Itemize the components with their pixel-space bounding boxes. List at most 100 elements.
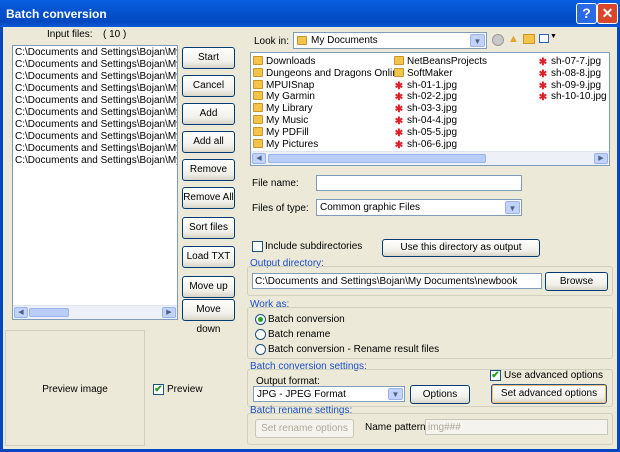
file-browser-item-label: My Library [266, 103, 313, 115]
preview-pane: Preview image [5, 330, 145, 446]
use-advanced-options-checkbox[interactable]: ✔ [490, 370, 501, 381]
use-directory-as-output-button[interactable]: Use this directory as output [382, 239, 540, 257]
file-browser-item[interactable]: Downloads [253, 56, 315, 68]
files-of-type-dropdown[interactable]: Common graphic Files ▼ [316, 199, 522, 216]
file-browser-list[interactable]: Downloads Dungeons and Dragons Online MPUI… [250, 52, 610, 166]
work-as-radio[interactable] [255, 329, 266, 340]
move-up-button[interactable]: Move up [182, 276, 235, 298]
look-in-dropdown[interactable]: My Documents ▼ [293, 32, 487, 49]
input-file-item[interactable]: C:\Documents and Settings\Bojan\My Do [13, 155, 177, 167]
options-button[interactable]: Options [410, 385, 470, 404]
file-browser-item[interactable]: SoftMaker [394, 67, 453, 80]
file-browser-item[interactable]: ✱ sh-07-7.jpg [538, 56, 601, 68]
file-browser-item[interactable]: ✱ sh-10-10.jpg [538, 91, 607, 103]
file-browser-item[interactable]: MPUISnap [253, 79, 314, 92]
input-list-hscrollbar[interactable]: ◀ ▶ [13, 305, 177, 319]
work-as-radio[interactable] [255, 314, 266, 325]
folder-icon [394, 56, 404, 65]
browse-button[interactable]: Browse [545, 272, 608, 291]
file-browser-item[interactable]: My Pictures [253, 138, 318, 151]
image-file-icon: ✱ [538, 92, 548, 104]
output-format-dropdown[interactable]: JPG - JPEG Format ▼ [253, 386, 405, 402]
file-browser-item[interactable]: Dungeons and Dragons Online [253, 67, 404, 80]
scroll-thumb[interactable] [29, 308, 69, 317]
add-all-button[interactable]: Add all [182, 131, 235, 153]
file-browser-item-label: Dungeons and Dragons Online [266, 67, 404, 79]
file-browser-item-label: NetBeansProjects [407, 56, 488, 67]
input-file-item[interactable]: C:\Documents and Settings\Bojan\My Do [13, 59, 177, 71]
file-browser-item[interactable]: ✱ sh-05-5.jpg [394, 127, 457, 139]
file-browser-item[interactable]: ✱ sh-09-9.jpg [538, 80, 601, 92]
input-files-label: Input files: [47, 29, 93, 40]
set-advanced-options-button[interactable]: Set advanced options [491, 384, 607, 404]
scroll-left-arrow-icon[interactable]: ◀ [14, 307, 28, 318]
image-file-icon: ✱ [394, 127, 404, 139]
back-icon[interactable] [492, 34, 504, 46]
chevron-down-icon[interactable]: ▼ [388, 388, 403, 400]
input-file-item[interactable]: C:\Documents and Settings\Bojan\My Do [13, 107, 177, 119]
include-subdirectories-checkbox[interactable] [252, 241, 263, 252]
file-browser-item[interactable]: ✱ sh-06-6.jpg [394, 139, 457, 151]
file-browser-item-label: sh-04-4.jpg [407, 115, 458, 126]
help-button[interactable]: ? [576, 3, 597, 24]
scroll-right-arrow-icon[interactable]: ▶ [162, 307, 176, 318]
sort-files-button[interactable]: Sort files [182, 217, 235, 239]
file-browser-item[interactable]: My Music [253, 115, 308, 127]
input-file-item[interactable]: C:\Documents and Settings\Bojan\My Do [13, 95, 177, 107]
image-file-icon: ✱ [394, 104, 404, 116]
preview-checkbox[interactable]: ✔ [153, 384, 164, 395]
input-file-item[interactable]: C:\Documents and Settings\Bojan\My Do [13, 131, 177, 143]
chevron-down-icon[interactable]: ▼ [505, 201, 520, 214]
file-browser-item[interactable]: My Garmin [253, 91, 315, 103]
include-subdirectories-label: Include subdirectories [265, 241, 363, 252]
file-browser-hscrollbar[interactable]: ◀ ▶ [251, 151, 609, 165]
file-browser-item-label: sh-07-7.jpg [551, 56, 602, 67]
scroll-right-arrow-icon[interactable]: ▶ [594, 153, 608, 164]
file-browser-item-label: My Music [266, 115, 309, 126]
input-file-item[interactable]: C:\Documents and Settings\Bojan\My Do [13, 83, 177, 95]
folder-icon [253, 138, 263, 148]
scroll-left-arrow-icon[interactable]: ◀ [252, 153, 266, 164]
input-file-item[interactable]: C:\Documents and Settings\Bojan\My Do [13, 143, 177, 155]
image-file-icon: ✱ [394, 80, 404, 92]
add-button[interactable]: Add [182, 103, 235, 125]
close-button[interactable]: ✕ [597, 3, 618, 24]
output-directory-input[interactable] [252, 273, 542, 289]
load-txt-button[interactable]: Load TXT [182, 246, 235, 268]
output-format-value: JPG - JPEG Format [257, 389, 346, 400]
file-browser-item[interactable]: ✱ sh-04-4.jpg [394, 115, 457, 127]
preview-checkbox-label: Preview [167, 384, 203, 395]
window-title: Batch conversion [6, 7, 107, 21]
remove-all-button[interactable]: Remove All [182, 187, 235, 209]
up-folder-icon[interactable]: ▲ [508, 33, 520, 45]
folder-icon [253, 56, 263, 65]
view-menu-icon[interactable]: ▼ [539, 33, 557, 45]
file-browser-item[interactable]: ✱ sh-01-1.jpg [394, 80, 457, 92]
work-as-radio[interactable] [255, 344, 266, 355]
file-browser-item[interactable]: NetBeansProjects [394, 56, 487, 68]
chevron-down-icon[interactable]: ▼ [470, 34, 485, 47]
file-name-input[interactable] [316, 175, 522, 191]
file-browser-item[interactable]: My PDFill [253, 126, 309, 139]
move-down-button[interactable]: Move down [182, 299, 235, 335]
file-browser-item[interactable]: ✱ sh-02-2.jpg [394, 91, 457, 103]
preview-image-label: Preview image [42, 384, 108, 395]
remove-button[interactable]: Remove [182, 159, 235, 181]
folder-icon [253, 103, 263, 113]
file-browser-item[interactable]: ✱ sh-03-3.jpg [394, 103, 457, 115]
new-folder-icon[interactable] [523, 34, 535, 44]
look-in-label: Look in: [254, 36, 290, 47]
file-browser-item[interactable]: My Library [253, 103, 313, 115]
input-file-item[interactable]: C:\Documents and Settings\Bojan\My Do [13, 47, 177, 59]
input-file-item[interactable]: C:\Documents and Settings\Bojan\My Do [13, 71, 177, 83]
scroll-thumb[interactable] [268, 154, 486, 163]
file-browser-item-label: sh-01-1.jpg [407, 79, 458, 91]
input-file-item[interactable]: C:\Documents and Settings\Bojan\My Do [13, 119, 177, 131]
start-button[interactable]: Start [182, 47, 235, 69]
set-rename-options-button[interactable]: Set rename options [255, 419, 354, 438]
file-browser-item[interactable]: ✱ sh-08-8.jpg [538, 68, 601, 80]
cancel-button[interactable]: Cancel [182, 75, 235, 97]
input-file-list[interactable]: C:\Documents and Settings\Bojan\My DoC:\… [12, 45, 178, 320]
image-file-icon: ✱ [538, 68, 548, 80]
name-pattern-input[interactable] [425, 419, 608, 435]
